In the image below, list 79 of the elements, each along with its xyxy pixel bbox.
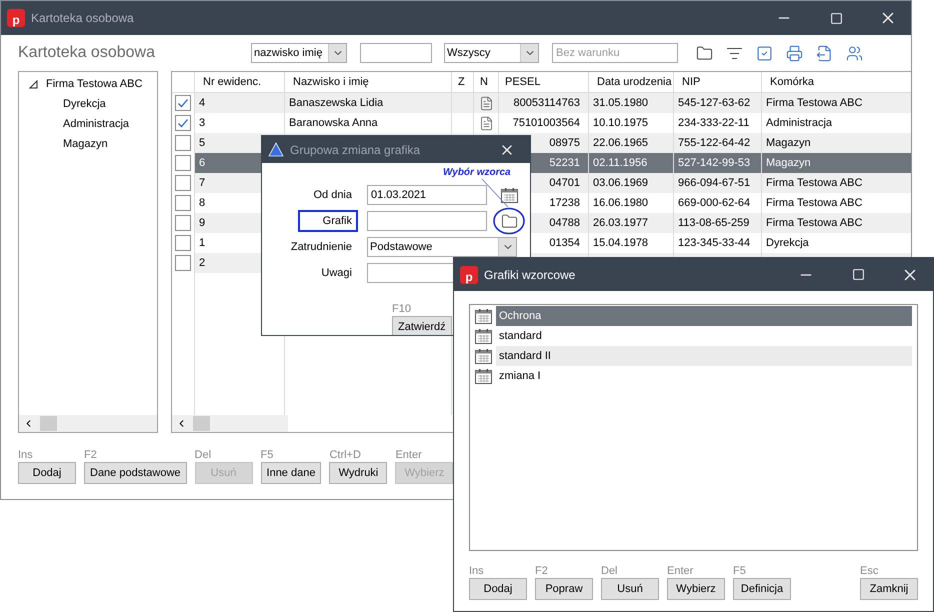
shortcut-label: Esc [860, 565, 880, 577]
window-title: Kartoteka osobowa [31, 11, 134, 25]
calendar-icon [475, 368, 492, 384]
action-button[interactable]: Usuń [601, 578, 659, 600]
action-button[interactable]: Popraw [535, 578, 593, 600]
field-label: Zatrudnienie [290, 240, 353, 255]
action-button[interactable]: Definicja [733, 578, 791, 600]
scope-select[interactable]: Wszyscy [444, 43, 539, 63]
shortcut-label: Ins [18, 449, 34, 461]
action-button[interactable]: Zamknij [860, 578, 918, 600]
scrollbar-thumb[interactable] [193, 416, 210, 431]
field-label: Uwagi [320, 266, 353, 281]
action-button[interactable]: Wydruki [329, 462, 388, 484]
shortcut-label: F5 [260, 449, 274, 461]
action-button[interactable]: Dane podstawowe [84, 462, 187, 484]
window-title: Grafiki wzorcowe [484, 268, 576, 282]
input-field[interactable] [367, 211, 487, 231]
row-checkbox[interactable] [175, 195, 191, 211]
search-field[interactable] [360, 43, 432, 63]
confirm-button[interactable]: Zatwierdź [392, 316, 452, 335]
row-checkbox[interactable] [175, 175, 191, 191]
document-icon[interactable] [478, 96, 494, 110]
column-header[interactable]: NIP [674, 72, 762, 92]
column-header[interactable]: N [474, 72, 499, 92]
horizontal-scrollbar[interactable] [172, 415, 288, 432]
sort-select[interactable]: nazwisko imię [251, 43, 347, 63]
action-button[interactable]: Dodaj [469, 578, 527, 600]
tree-item[interactable]: Administracja [63, 118, 130, 130]
list-item[interactable]: standard [475, 326, 912, 346]
action-button[interactable]: Inne dane [260, 462, 322, 484]
calendar-icon [475, 348, 492, 364]
app-logo: p [7, 9, 25, 27]
expanded-triangle-icon[interactable] [29, 80, 38, 88]
app-logo: p [460, 266, 478, 284]
calendar-icon [475, 328, 492, 344]
highlight-circle [493, 207, 525, 235]
field-label: Grafik [298, 210, 358, 232]
tree-item[interactable]: Magazyn [63, 138, 108, 150]
triangle-icon [268, 142, 284, 157]
calendar-icon [475, 308, 492, 324]
shortcut-label: Enter [667, 565, 694, 577]
folder-icon[interactable] [500, 212, 518, 230]
shortcut-label: Del [194, 449, 212, 461]
shortcut-label: Ctrl+D [329, 449, 362, 461]
scrollbar-thumb[interactable] [40, 416, 57, 431]
action-button[interactable]: Dodaj [18, 462, 76, 484]
column-header[interactable]: PESEL [499, 72, 589, 92]
maximize-icon[interactable] [852, 268, 864, 281]
shortcut-label: F10 [392, 303, 411, 315]
shortcut-label: Del [601, 565, 619, 577]
column-header[interactable]: Komórka [762, 72, 911, 92]
column-header[interactable]: Z [452, 72, 474, 92]
tree-item[interactable]: Dyrekcja [63, 98, 106, 110]
document-icon[interactable] [478, 116, 494, 130]
column-header[interactable]: Nr ewidenc. [195, 72, 285, 92]
row-checkbox[interactable] [175, 215, 191, 231]
column-header[interactable]: Nazwisko i imię [285, 72, 452, 92]
row-checkbox[interactable] [175, 155, 191, 171]
tree-item[interactable]: Firma Testowa ABC [46, 78, 142, 90]
condition-field[interactable]: Bez warunku [552, 43, 678, 63]
maximize-icon[interactable] [830, 12, 842, 24]
page-heading: Kartoteka osobowa [18, 44, 156, 62]
row-checkbox[interactable] [175, 135, 191, 151]
employment-select[interactable]: Podstawowe [367, 237, 517, 257]
row-checkbox[interactable] [175, 235, 191, 251]
input-field[interactable]: 01.03.2021 [367, 185, 487, 205]
shortcut-label: F2 [84, 449, 98, 461]
action-button[interactable]: Wybierz [667, 578, 725, 600]
leader-line [480, 178, 510, 208]
shortcut-label: F5 [733, 565, 747, 577]
list-item[interactable]: zmiana I [475, 366, 912, 386]
shortcut-label: Enter [395, 449, 423, 461]
horizontal-scrollbar[interactable] [19, 415, 157, 432]
row-checkbox[interactable] [175, 255, 191, 271]
shortcut-label: F2 [535, 565, 549, 577]
calendar-icon [500, 188, 518, 202]
column-header[interactable]: Data urodzenia [589, 72, 674, 92]
shortcut-label: Ins [469, 565, 485, 577]
table-row[interactable]: 4 Banaszewska Lidia 80053114763 31.05.1980 545-127-63-62 Firma Testowa ABC [172, 93, 911, 113]
